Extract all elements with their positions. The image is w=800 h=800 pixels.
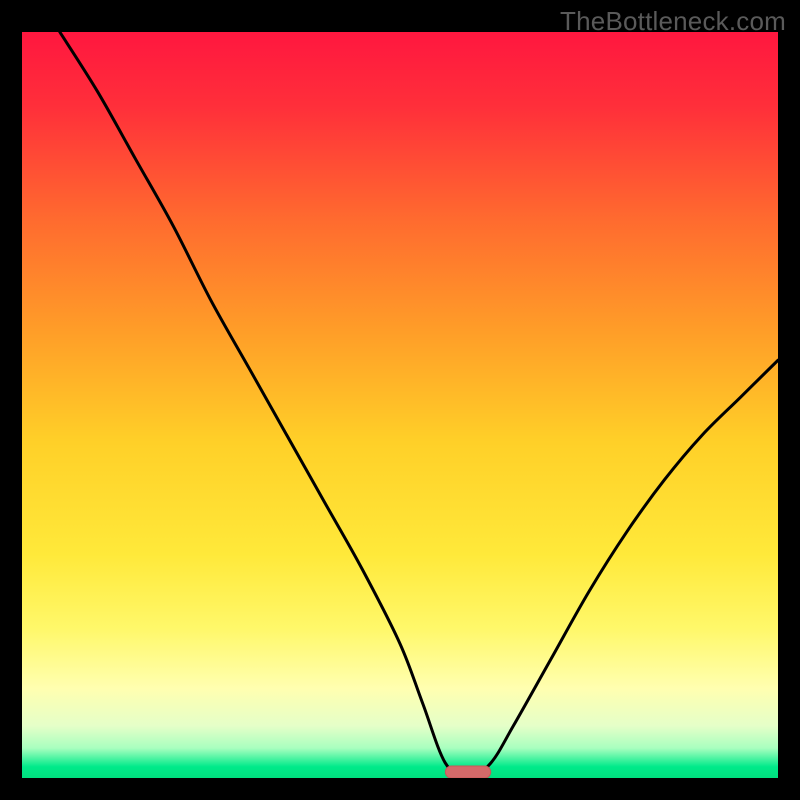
plot-background [22,32,778,778]
bottleneck-plot [22,32,778,778]
optimal-range-marker [445,766,490,778]
chart-frame: TheBottleneck.com [0,0,800,800]
